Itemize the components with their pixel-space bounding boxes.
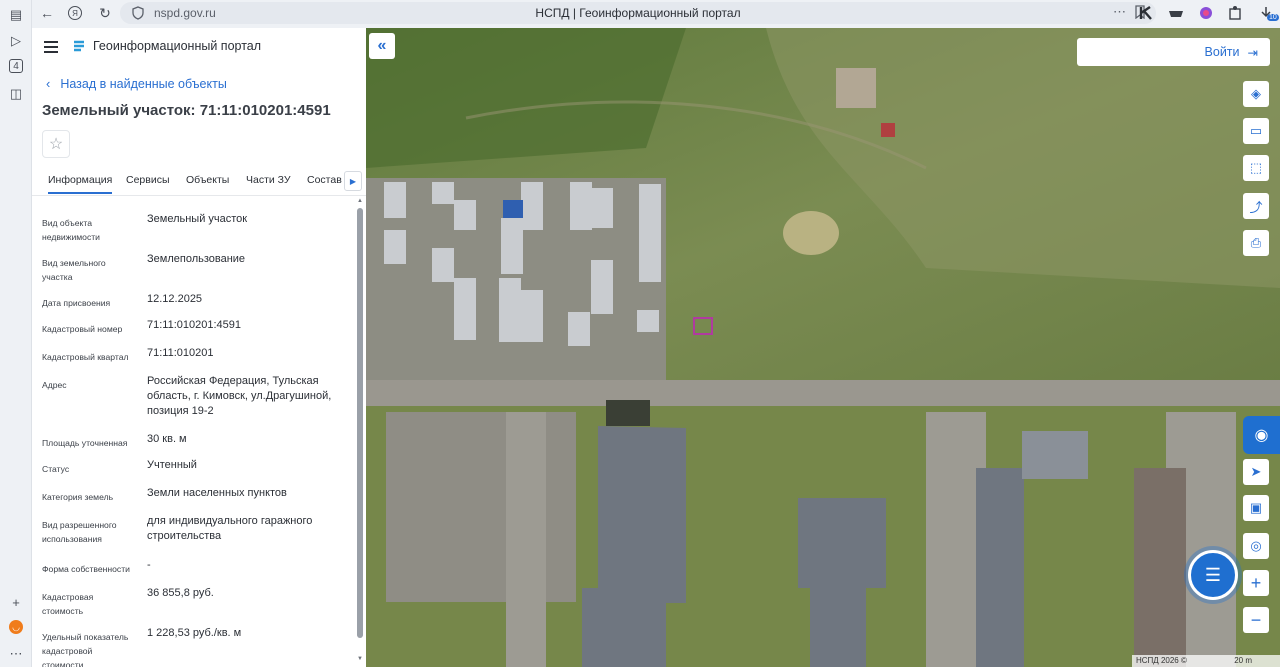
object-info-panel: Геоинформационный портал ‹ Назад в найде… bbox=[32, 28, 366, 667]
extension-circle-icon[interactable] bbox=[1198, 5, 1214, 21]
extension-puzzle-icon[interactable] bbox=[1228, 5, 1244, 21]
browser-side-rail: ▤ ▷ 4 ◫ + ◡ ⋯ bbox=[0, 0, 32, 667]
field-value: для индивидуального гаражного строительс… bbox=[147, 515, 313, 542]
browser-toolbar: ← Я ↻ nspd.gov.ru НСПД | Геоинформационн… bbox=[32, 0, 1280, 26]
tabs-count: 4 bbox=[13, 60, 19, 72]
portal-logo-icon bbox=[72, 39, 86, 53]
tab-objects[interactable]: Объекты bbox=[186, 174, 229, 186]
favorite-star-icon[interactable]: ☆ bbox=[42, 130, 70, 158]
yandex-icon[interactable]: Я bbox=[68, 6, 82, 20]
downloads-badge: 10 bbox=[1267, 14, 1279, 21]
zoom-out-icon[interactable]: − bbox=[1243, 607, 1269, 633]
tab-parts[interactable]: Части ЗУ bbox=[246, 174, 291, 186]
login-icon: ⇥ bbox=[1247, 45, 1258, 60]
share-icon[interactable]: ⤴ bbox=[1243, 193, 1269, 219]
tab-information[interactable]: Информация bbox=[48, 174, 113, 194]
back-icon[interactable]: ← bbox=[38, 4, 56, 22]
field-label: Категория земель bbox=[42, 492, 114, 502]
chat-icon[interactable]: ☰ bbox=[1188, 550, 1238, 600]
tab-services[interactable]: Сервисы bbox=[126, 174, 170, 186]
ruler-icon[interactable]: ▭ bbox=[1243, 118, 1269, 144]
field-label: Кадастровый квартал bbox=[42, 352, 129, 362]
field-label: Удельный показатель кадастровой стоимост… bbox=[42, 632, 129, 667]
field-label: Кадастровый номер bbox=[42, 324, 123, 334]
media-play-icon[interactable]: ▷ bbox=[8, 33, 24, 49]
collections-icon[interactable]: ▤ bbox=[8, 7, 24, 23]
field-value: 71:11:010201 bbox=[147, 347, 214, 359]
menu-icon[interactable] bbox=[44, 41, 58, 53]
satellite-map[interactable]: « Войти ⇥ ◈ ▭ ⬚ ⤴ ⎙ ◉ ➤ ▣ ◎ + − ☰ НСПД 2… bbox=[366, 28, 1280, 667]
tabs-count-icon[interactable]: 4 bbox=[9, 59, 23, 73]
login-button[interactable]: Войти ⇥ bbox=[1077, 38, 1270, 66]
tab-bar: Информация Сервисы Объекты Части ЗУ Сост… bbox=[32, 168, 366, 196]
chevron-left-icon: ‹ bbox=[46, 76, 51, 91]
zoom-in-icon[interactable]: + bbox=[1243, 570, 1269, 596]
field-label: Вид разрешенного использования bbox=[42, 520, 117, 544]
collapse-panel-button[interactable]: « bbox=[369, 33, 395, 59]
address-bar[interactable]: nspd.gov.ru НСПД | Геоинформационный пор… bbox=[120, 2, 1156, 24]
field-label: Статус bbox=[42, 464, 70, 474]
tab-composition[interactable]: Состав bbox=[307, 174, 342, 186]
satellite-imagery bbox=[366, 28, 1280, 667]
field-value: Земли населенных пунктов bbox=[147, 487, 287, 499]
field-value: Землепользование bbox=[147, 253, 246, 265]
more-icon[interactable]: ⋯ bbox=[1113, 4, 1126, 20]
field-value: Земельный участок bbox=[147, 213, 248, 225]
layers-icon[interactable]: ◈ bbox=[1243, 81, 1269, 107]
field-label: Кадастровая стоимость bbox=[42, 592, 94, 616]
field-value: Учтенный bbox=[147, 459, 197, 471]
field-value: Российская Федерация, Тульская область, … bbox=[147, 375, 332, 417]
extension-cap-icon[interactable] bbox=[1168, 5, 1184, 21]
screenshot-icon[interactable]: ◫ bbox=[8, 86, 24, 102]
map-extension-icon[interactable]: ◉ bbox=[1243, 416, 1280, 454]
locate-icon[interactable]: ➤ bbox=[1243, 459, 1269, 485]
panel-scrollbar[interactable]: ▲ ▼ bbox=[357, 198, 363, 667]
tabs-scroll-right-icon[interactable]: ▶ bbox=[344, 171, 362, 191]
scroll-thumb[interactable] bbox=[357, 208, 363, 638]
field-value: 36 855,8 руб. bbox=[147, 587, 214, 599]
mini-map-icon[interactable]: ▣ bbox=[1243, 495, 1269, 521]
select-area-icon[interactable]: ⬚ bbox=[1243, 155, 1269, 181]
reload-icon[interactable]: ↻ bbox=[96, 4, 114, 22]
field-value: 30 кв. м bbox=[147, 433, 187, 445]
field-label: Форма собственности bbox=[42, 564, 130, 574]
field-label: Адрес bbox=[42, 380, 67, 390]
field-value: - bbox=[147, 559, 151, 571]
print-icon[interactable]: ⎙ bbox=[1243, 230, 1269, 256]
back-to-results-link[interactable]: ‹ Назад в найденные объекты bbox=[46, 76, 227, 91]
profile-icon[interactable]: ◡ bbox=[9, 620, 23, 634]
field-value: 71:11:010201:4591 bbox=[147, 319, 241, 331]
field-label: Вид объекта недвижимости bbox=[42, 218, 100, 242]
field-value: 12.12.2025 bbox=[147, 293, 203, 305]
scale-label: 20 m bbox=[1234, 656, 1252, 665]
map-scale-bar: НСПД 2026 © 20 m bbox=[1132, 655, 1280, 667]
extension-k-icon[interactable] bbox=[1138, 5, 1154, 21]
more-icon[interactable]: ⋯ bbox=[8, 646, 24, 662]
back-link-label: Назад в найденные объекты bbox=[60, 76, 227, 91]
field-label: Вид земельного участка bbox=[42, 258, 106, 282]
downloads-icon[interactable]: 10 bbox=[1258, 5, 1279, 21]
field-label: Дата присвоения bbox=[42, 298, 111, 308]
scroll-up-icon[interactable]: ▲ bbox=[357, 198, 363, 204]
field-value: 1 228,53 руб./кв. м bbox=[147, 627, 242, 639]
parcel-title: Земельный участок: 71:11:010201:4591 bbox=[42, 102, 331, 119]
map-copyright: НСПД 2026 © bbox=[1136, 656, 1187, 665]
field-label: Площадь уточненная bbox=[42, 438, 128, 448]
scroll-down-icon[interactable]: ▼ bbox=[357, 656, 363, 662]
login-label: Войти bbox=[1204, 45, 1240, 59]
location-search-icon[interactable]: ◎ bbox=[1243, 533, 1269, 559]
page-title: НСПД | Геоинформационный портал bbox=[535, 6, 741, 20]
add-panel-icon[interactable]: + bbox=[8, 594, 24, 610]
portal-name: Геоинформационный портал bbox=[93, 39, 262, 53]
